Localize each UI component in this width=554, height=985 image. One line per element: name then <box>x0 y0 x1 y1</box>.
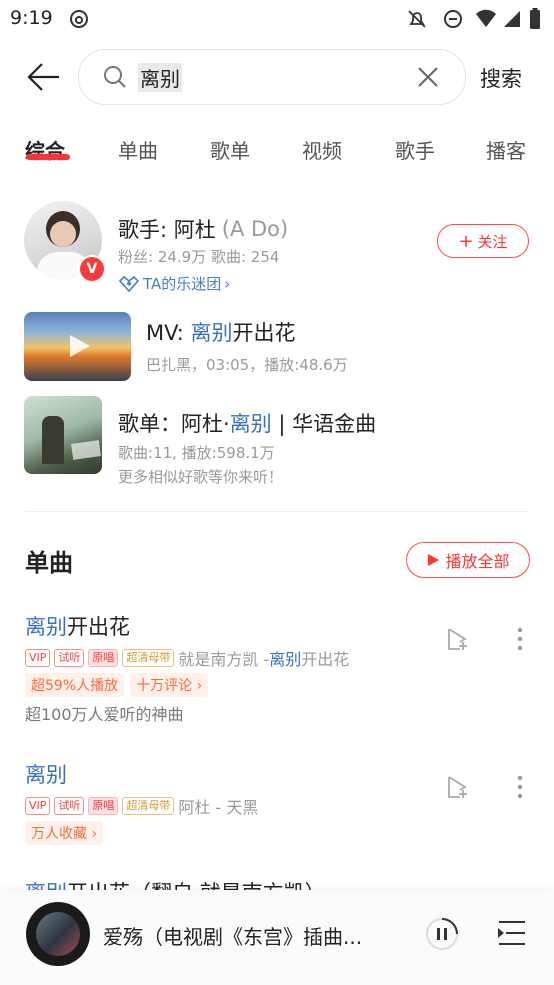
artist-stats: 粉丝: 24.9万 歌曲: 254 <box>118 248 280 266</box>
player-disc[interactable] <box>26 902 90 966</box>
playlist-title-keyword: 离别 <box>229 412 272 436</box>
more-vertical-icon[interactable] <box>512 773 528 801</box>
add-to-playlist-icon[interactable] <box>443 773 471 801</box>
tab-artists[interactable]: 歌手 <box>395 135 435 164</box>
playlist-cover[interactable] <box>24 396 102 474</box>
playlist-title-rest: | 华语金曲 <box>271 412 377 436</box>
follow-label: 关注 <box>477 232 508 251</box>
song-title[interactable]: 离别开出花 <box>25 611 130 641</box>
chevron-right-icon: › <box>224 274 231 293</box>
search-query[interactable]: 离别 <box>138 63 182 92</box>
playlist-queue-icon[interactable] <box>496 918 528 948</box>
song-tags: VIP 试听 原唱 超清母带 阿杜 - 天黑 <box>25 794 258 818</box>
song-title-rest: 开出花 <box>67 615 130 639</box>
song-tags: VIP 试听 原唱 超清母带 就是南方凯 - 离别 开出花 <box>25 646 349 670</box>
play-all-label: 播放全部 <box>445 552 510 571</box>
trial-tag: 试听 <box>54 649 85 667</box>
artist-name: 歌手: 阿杜 <box>118 218 216 242</box>
play-icon <box>428 554 440 566</box>
tab-videos[interactable]: 视频 <box>302 135 342 164</box>
status-bar: 9:19 <box>0 0 554 38</box>
dnd-icon <box>444 10 462 28</box>
favorites-pill[interactable]: 万人收藏 › <box>25 821 104 845</box>
original-tag: 原唱 <box>88 797 119 815</box>
tab-active-indicator <box>26 154 70 160</box>
album-keyword: 离别 <box>269 650 302 669</box>
playlist-title[interactable]: 歌单：阿杜·离别 | 华语金曲 <box>118 408 376 438</box>
play-icon <box>70 335 90 357</box>
more-vertical-icon[interactable] <box>512 625 528 653</box>
artist-alias: (A Do) <box>221 217 289 241</box>
mv-title-rest: 开出花 <box>232 321 296 345</box>
fanclub-link[interactable]: TA的乐迷团 › <box>118 273 230 294</box>
verified-badge: V <box>78 255 106 283</box>
follow-button[interactable]: + 关注 <box>437 224 529 258</box>
tab-podcasts[interactable]: 播客 <box>486 135 526 164</box>
song-title-keyword: 离别 <box>25 615 67 639</box>
song-artist: 阿杜 - 天黑 <box>178 798 259 817</box>
pause-icon[interactable] <box>424 916 460 952</box>
add-to-playlist-icon[interactable] <box>443 625 471 653</box>
comments-pill[interactable]: 十万评论 › <box>130 673 209 697</box>
vip-tag: VIP <box>25 649 51 667</box>
mv-title[interactable]: MV: 离别开出花 <box>146 317 296 347</box>
search-button[interactable]: 搜索 <box>480 63 522 93</box>
song-title[interactable]: 离别 <box>25 759 67 789</box>
status-time: 9:19 <box>10 7 53 29</box>
mv-title-prefix: MV: <box>146 321 191 345</box>
original-tag: 原唱 <box>88 649 119 667</box>
section-divider <box>25 511 529 512</box>
album-rest: 开出花 <box>301 650 350 669</box>
search-icon <box>104 66 126 88</box>
vip-tag: VIP <box>25 797 51 815</box>
playlist-desc: 更多相似好歌等你来听！ <box>118 468 284 486</box>
trial-tag: 试听 <box>54 797 85 815</box>
mv-meta: 巴扎黑，03:05，播放:48.6万 <box>146 356 348 374</box>
playlist-meta: 歌曲:11, 播放:598.1万 <box>118 444 275 462</box>
song-title-keyword: 离别 <box>25 763 67 787</box>
fanclub-icon <box>118 275 140 292</box>
song-pills: 超59%人播放 十万评论 › <box>25 673 214 697</box>
back-arrow-icon[interactable] <box>26 60 62 94</box>
tab-songs[interactable]: 单曲 <box>118 135 158 164</box>
master-quality-tag: 超清母带 <box>122 797 175 815</box>
clear-icon[interactable] <box>416 65 440 89</box>
playlist-title-prefix: 歌单：阿杜· <box>118 412 230 436</box>
song-pills: 万人收藏 › <box>25 821 109 845</box>
search-input[interactable] <box>78 49 466 105</box>
mv-title-keyword: 离别 <box>190 321 233 345</box>
artist-title[interactable]: 歌手: 阿杜 (A Do) <box>118 214 288 244</box>
song-artist: 就是南方凯 - <box>178 650 270 669</box>
signal-icon <box>504 11 520 27</box>
fanclub-label: TA的乐迷团 <box>143 275 222 293</box>
play-ratio-pill: 超59%人播放 <box>25 673 125 697</box>
player-track-title[interactable]: 爱殇（电视剧《东宫》插曲... <box>103 921 362 950</box>
song-desc: 超100万人爱听的神曲 <box>25 705 184 724</box>
mv-thumbnail[interactable] <box>24 312 131 381</box>
wifi-icon <box>476 9 496 28</box>
mini-player[interactable]: 爱殇（电视剧《东宫》插曲... <box>0 890 554 985</box>
netease-notification-icon <box>70 10 88 28</box>
plus-icon: + <box>458 230 474 252</box>
tab-playlists[interactable]: 歌单 <box>210 135 250 164</box>
battery-icon <box>530 8 540 29</box>
mute-bell-icon <box>408 10 426 28</box>
master-quality-tag: 超清母带 <box>122 649 175 667</box>
play-all-button[interactable]: 播放全部 <box>406 542 530 578</box>
songs-section-title: 单曲 <box>25 549 73 577</box>
